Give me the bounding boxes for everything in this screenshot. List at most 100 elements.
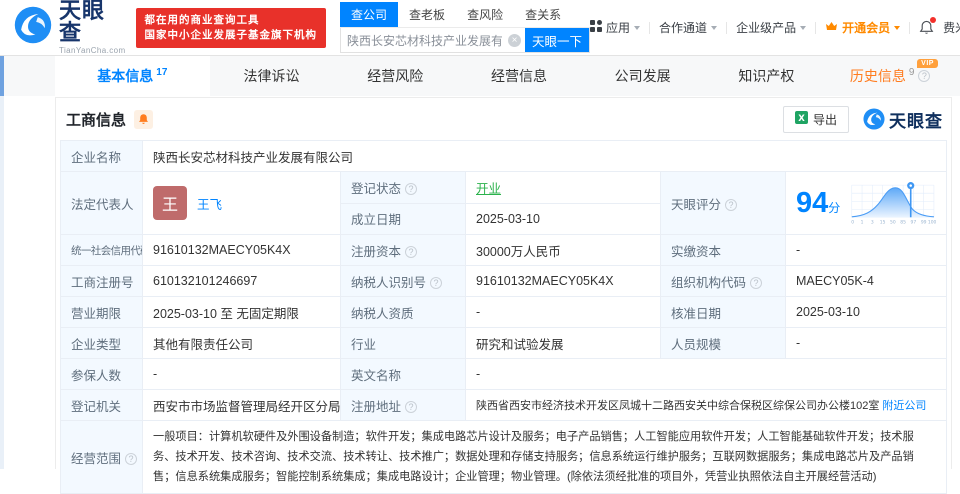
- taxpayer-id-value: 91610132MAECY05K4X: [465, 265, 661, 297]
- tab-history[interactable]: VIP 历史信息 9 ?: [828, 56, 952, 96]
- apps-grid-icon: [590, 20, 603, 35]
- clear-icon[interactable]: ×: [508, 33, 522, 47]
- legal-rep-cell: 王 王飞: [142, 171, 341, 235]
- company-name-value: 陕西长安芯材科技产业发展有限公司: [142, 140, 947, 172]
- tab-risk-label: 经营风险: [367, 68, 424, 84]
- field-label: 纳税人资质: [340, 296, 466, 328]
- avatar[interactable]: 王: [153, 186, 187, 220]
- logo-domain: TianYanCha.com: [59, 46, 126, 55]
- status-open-link[interactable]: 开业: [476, 182, 501, 196]
- subscribe-bell-icon[interactable]: [134, 109, 154, 129]
- help-icon[interactable]: ?: [405, 245, 418, 258]
- search-input[interactable]: [341, 28, 509, 52]
- nav-user-label: 费米: [943, 21, 960, 35]
- svg-text:99: 99: [921, 220, 927, 226]
- field-label: 工商注册号: [60, 265, 143, 297]
- search-button[interactable]: 天眼一下: [525, 28, 590, 52]
- search-area: 查公司 查老板 查风险 查关系 × 天眼一下: [340, 2, 591, 53]
- tab-development[interactable]: 公司发展: [581, 56, 705, 96]
- field-label: 核准日期: [660, 296, 786, 328]
- score-value: 94: [796, 186, 829, 219]
- score-unit: 分: [828, 200, 841, 215]
- help-icon[interactable]: ?: [405, 400, 418, 413]
- table-row: 工商注册号 610132101246697 纳税人识别号? 91610132MA…: [60, 265, 947, 297]
- chevron-down-icon: [800, 26, 807, 30]
- field-label: 组织机构代码?: [660, 265, 786, 297]
- credit-code-value: 91610132MAECY05K4X: [142, 234, 341, 266]
- reg-number-value: 610132101246697: [142, 265, 341, 297]
- reg-authority-value: 西安市市场监督管理局经开区分局: [142, 389, 341, 421]
- card-header: 工商信息 X 导出 天眼查: [56, 98, 951, 140]
- nav-apps[interactable]: 应用: [590, 19, 641, 36]
- nav-open-vip[interactable]: 开通会员: [825, 19, 901, 36]
- top-nav: 应用 合作通道 企业级产品 开通会员 费: [590, 17, 960, 36]
- divider: [726, 21, 728, 34]
- help-icon[interactable]: ?: [405, 182, 418, 195]
- nav-cooperation[interactable]: 合作通道: [659, 19, 718, 36]
- chevron-down-icon: [711, 26, 718, 30]
- notification-bell[interactable]: [919, 17, 937, 35]
- tab-ip-label: 知识产权: [738, 68, 795, 84]
- business-term-value: 2025-03-10 至 无固定期限: [142, 296, 341, 328]
- svg-text:100: 100: [928, 220, 936, 226]
- search-tab-relation[interactable]: 查关系: [514, 2, 572, 27]
- help-icon[interactable]: ?: [725, 198, 738, 211]
- watermark-logo: 天眼查: [863, 107, 943, 132]
- divider: [815, 21, 817, 34]
- logo-title: 天眼查: [59, 0, 106, 45]
- search-tab-company[interactable]: 查公司: [340, 2, 399, 27]
- english-name-value: -: [465, 358, 947, 390]
- tab-basic-info[interactable]: 基本信息 17: [55, 56, 210, 96]
- watermark-text: 天眼查: [889, 111, 943, 131]
- svg-text:0: 0: [852, 220, 855, 226]
- tab-ip[interactable]: 知识产权: [705, 56, 829, 96]
- search-tab-boss[interactable]: 查老板: [398, 2, 456, 27]
- field-label: 统一社会信用代码?: [60, 234, 143, 266]
- field-label: 成立日期: [340, 202, 466, 235]
- nav-enterprise[interactable]: 企业级产品: [736, 19, 807, 36]
- svg-text:3: 3: [871, 220, 874, 226]
- help-icon[interactable]: ?: [750, 276, 763, 289]
- table-row: 参保人数 - 英文名称 -: [60, 358, 947, 390]
- help-icon[interactable]: ?: [430, 276, 443, 289]
- tab-legal[interactable]: 法律诉讼: [210, 56, 334, 96]
- business-scope-value: 一般项目：计算机软硬件及外围设备制造；软件开发；集成电路芯片设计及服务；电子产品…: [142, 420, 947, 494]
- nearby-companies-link[interactable]: 附近公司: [882, 400, 926, 412]
- company-type-value: 其他有限责任公司: [142, 327, 341, 359]
- help-icon[interactable]: ?: [125, 452, 138, 465]
- tab-operation-label: 经营信息: [490, 68, 547, 84]
- section-tabbar: 基本信息 17 法律诉讼 经营风险 经营信息 公司发展 知识产权 VIP 历史信…: [0, 56, 960, 96]
- tab-operation[interactable]: 经营信息: [457, 56, 581, 96]
- field-label: 纳税人识别号?: [340, 265, 466, 297]
- crown-icon: [825, 21, 838, 35]
- excel-icon: X: [794, 111, 808, 127]
- business-scope-label: 经营范围: [71, 451, 122, 466]
- tianyancha-logo[interactable]: 天眼查 TianYanCha.com: [14, 0, 126, 55]
- field-label: 注册资本?: [340, 234, 466, 266]
- help-icon[interactable]: ?: [918, 70, 931, 82]
- reg-capital-value: 30000万人民币: [465, 234, 661, 266]
- tab-risk[interactable]: 经营风险: [333, 56, 457, 96]
- tab-basic-count: 17: [156, 66, 168, 78]
- export-button[interactable]: X 导出: [782, 105, 849, 133]
- legal-rep-link[interactable]: 王飞: [197, 194, 222, 213]
- field-label: 登记机关: [60, 389, 143, 421]
- industry-value: 研究和试验发展: [465, 327, 661, 359]
- table-row: 经营范围? 一般项目：计算机软硬件及外围设备制造；软件开发；集成电路芯片设计及服…: [60, 420, 947, 494]
- table-row: 营业期限 2025-03-10 至 无固定期限 纳税人资质 - 核准日期 202…: [60, 296, 947, 328]
- score-label: 天眼评分: [671, 197, 722, 212]
- svg-text:1: 1: [861, 220, 864, 226]
- business-info-card: 工商信息 X 导出 天眼查 企业名称 陕西长安芯材科技产业发展有限公司 法定代表…: [55, 97, 952, 494]
- chevron-down-icon: [894, 26, 901, 30]
- field-label: 英文名称: [340, 358, 466, 390]
- field-label: 实缴资本: [660, 234, 786, 266]
- nav-enterprise-label: 企业级产品: [736, 21, 797, 35]
- divider: [649, 21, 651, 34]
- nav-user[interactable]: 费米: [943, 19, 960, 36]
- field-label: 登记状态?: [340, 171, 466, 204]
- svg-text:50: 50: [890, 220, 896, 226]
- tab-history-count: 9: [908, 66, 915, 78]
- search-tab-risk[interactable]: 查风险: [456, 2, 514, 27]
- table-row: 法定代表人 王 王飞 登记状态? 开业 天眼评分? 94分 0 1 3 15 5…: [60, 171, 947, 235]
- side-accent-strip: [0, 96, 4, 469]
